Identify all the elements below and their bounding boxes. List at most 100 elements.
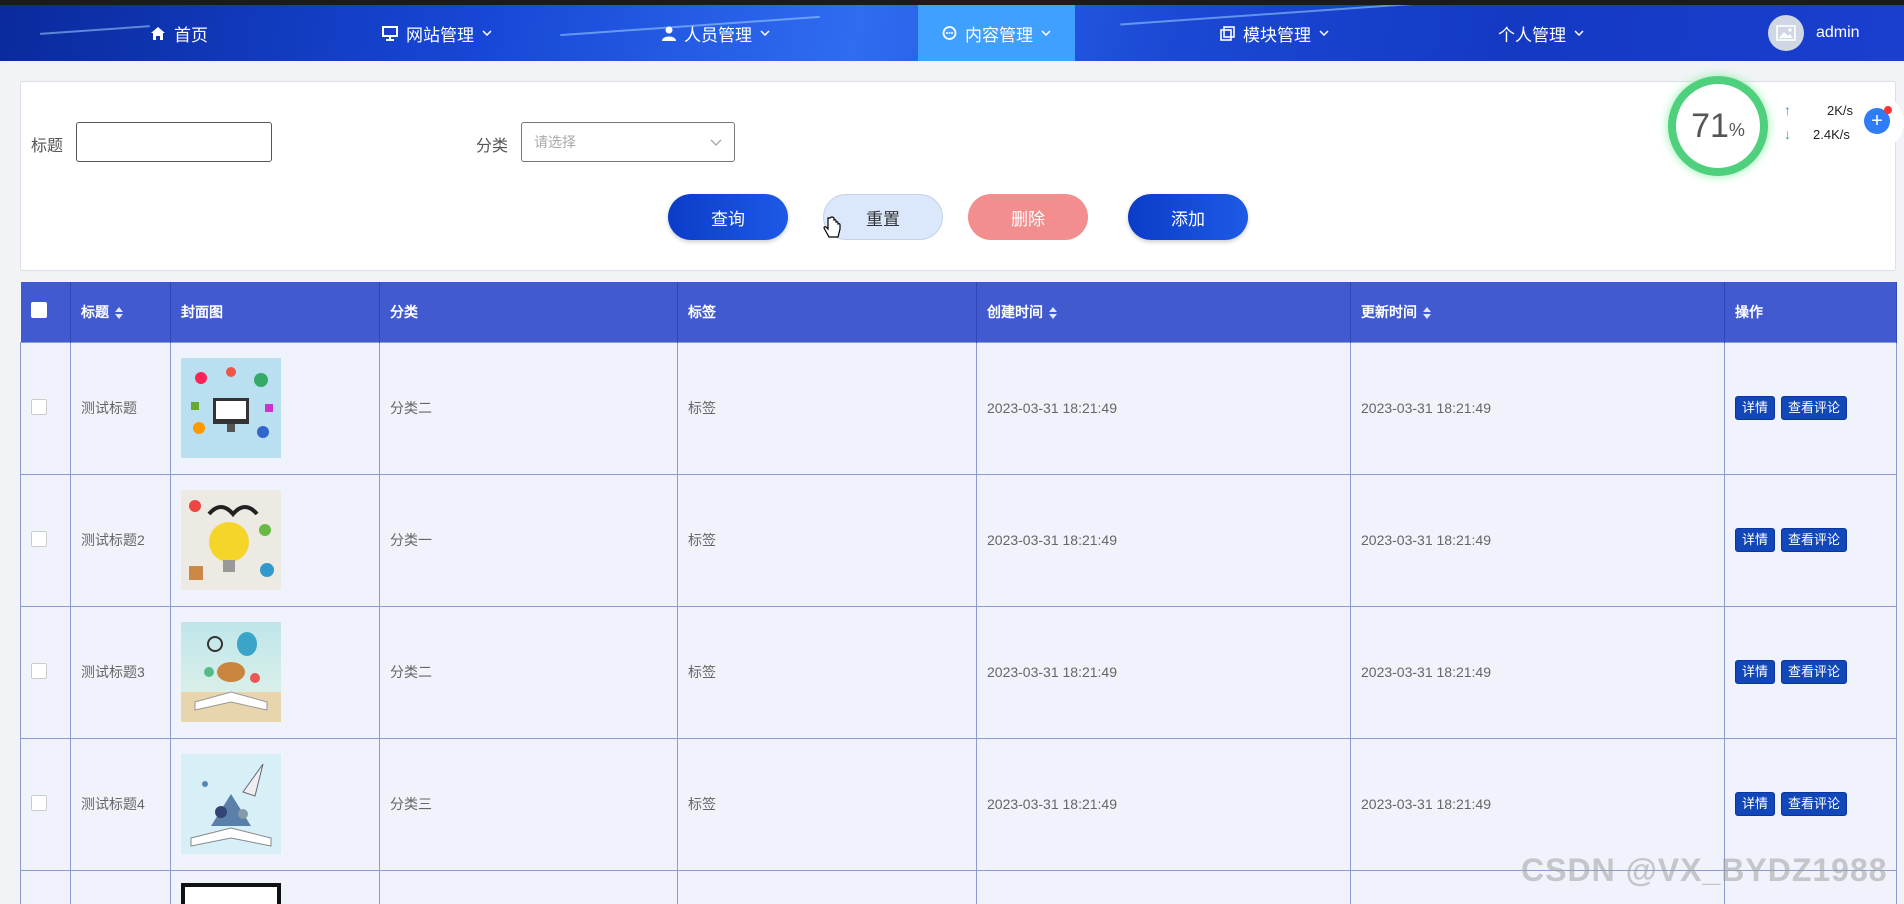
nav-content-management[interactable]: 内容管理 [918,5,1075,61]
nav-module-management[interactable]: 模块管理 [1220,5,1329,61]
table-row: 测试标题2 分类一 标签 2023-03-31 18:21:49 2023-03… [20,473,1897,607]
category-select[interactable]: 请选择 [521,122,735,162]
row-title: 测试标题3 [70,605,171,739]
header-updated[interactable]: 更新时间 [1350,282,1725,342]
title-input[interactable] [76,122,272,162]
row-category: 分类二 [379,605,678,739]
header-title[interactable]: 标题 [70,282,171,342]
nav-staff-label: 人员管理 [684,25,752,45]
add-button[interactable]: 添加 [1128,194,1248,240]
view-comments-button[interactable]: 查看评论 [1781,660,1848,684]
nav-module-label: 模块管理 [1243,25,1311,45]
view-comments-button[interactable]: 查看评论 [1781,528,1848,552]
row-updated: 2023-03-31 18:21:49 [1350,737,1725,871]
watermark: CSDN @VX_BYDZ1988 [1521,852,1888,888]
chevron-down-icon [760,30,770,36]
row-tag: 标签 [677,737,977,871]
home-icon [151,26,165,40]
view-comments-button[interactable]: 查看评论 [1781,792,1848,816]
header-category: 分类 [379,282,678,342]
top-navbar: 首页 网站管理 人员管理 内容管理 模块管理 个人管理 admin [0,5,1904,61]
chevron-down-icon [1574,30,1584,36]
row-checkbox[interactable] [31,530,47,547]
table-row: 测试标题 分类二 标签 2023-03-31 18:21:49 2023-03-… [20,341,1897,475]
sort-icon[interactable] [1049,307,1057,320]
speed-panel: ↑ 2K/s ↓ 2.4K/s + [1764,94,1904,150]
row-title: 测试标题2 [70,473,171,607]
row-category: 分类一 [379,473,678,607]
username: admin [1816,24,1860,41]
table-row: 测试标题4 分类三 标签 2023-03-31 18:21:49 2023-03… [20,737,1897,871]
select-all-checkbox[interactable] [30,302,47,319]
nav-staff-management[interactable]: 人员管理 [662,5,770,61]
header-actions: 操作 [1724,282,1897,342]
chat-icon [942,25,957,40]
header-tag: 标签 [677,282,977,342]
delete-button[interactable]: 删除 [968,194,1088,240]
upload-arrow-icon: ↑ [1784,102,1791,118]
detail-button[interactable]: 详情 [1735,396,1776,420]
memory-percent: 71 [1691,106,1729,145]
row-checkbox[interactable] [31,398,47,415]
content-table: 标题 封面图 分类 标签 创建时间 更新时间 操作 测试标题 分类二 标签 20… [20,282,1897,904]
detail-button[interactable]: 详情 [1735,792,1776,816]
hand-cursor-icon [823,216,841,238]
row-created: 2023-03-31 18:21:49 [976,341,1351,475]
row-created: 2023-03-31 18:21:49 [976,605,1351,739]
row-checkbox[interactable] [31,662,47,679]
user-menu[interactable]: admin [1768,5,1860,61]
nav-site-label: 网站管理 [406,25,474,45]
row-updated: 2023-03-31 18:21:49 [1350,341,1725,475]
cover-image [181,358,281,458]
row-created: 2023-03-31 18:21:49 [976,737,1351,871]
nav-content-label: 内容管理 [965,25,1033,45]
chevron-down-icon [710,139,722,146]
category-label: 分类 [476,138,509,155]
detail-button[interactable]: 详情 [1735,660,1776,684]
sort-icon[interactable] [115,307,123,320]
nav-site-management[interactable]: 网站管理 [382,5,492,61]
query-button[interactable]: 查询 [668,194,788,240]
nav-home-label: 首页 [174,25,208,45]
network-speed-widget[interactable]: ↑ 2K/s ↓ 2.4K/s + 71% [1668,76,1904,176]
search-panel: 标题 分类 请选择 查询 重置 删除 添加 [20,81,1896,271]
header-select-all[interactable] [20,282,71,342]
row-updated: 2023-03-31 18:21:49 [1350,605,1725,739]
row-category: 分类三 [379,737,678,871]
chevron-down-icon [1041,30,1051,36]
user-icon [662,26,676,41]
title-label: 标题 [31,138,64,155]
category-placeholder: 请选择 [534,134,576,150]
header-created[interactable]: 创建时间 [976,282,1351,342]
download-arrow-icon: ↓ [1784,126,1791,142]
copy-icon [1220,25,1235,41]
row-checkbox[interactable] [31,794,47,811]
nav-home[interactable]: 首页 [150,5,208,61]
chevron-down-icon [482,30,492,36]
row-tag: 标签 [677,605,977,739]
row-tag: 标签 [677,341,977,475]
table-header: 标题 封面图 分类 标签 创建时间 更新时间 操作 [20,282,1897,342]
row-updated: 2023-03-31 18:21:49 [1350,473,1725,607]
upload-speed: 2K/s [1827,102,1854,118]
view-comments-button[interactable]: 查看评论 [1781,396,1848,420]
cover-image [181,882,281,904]
cover-image [181,754,281,854]
sort-icon[interactable] [1423,307,1431,320]
cover-image [181,622,281,722]
row-title: 测试标题4 [70,737,171,871]
row-tag: 标签 [677,473,977,607]
download-speed: 2.4K/s [1813,126,1850,142]
nav-personal-label: 个人管理 [1498,25,1566,45]
detail-button[interactable]: 详情 [1735,528,1776,552]
monitor-icon [382,25,398,41]
image-placeholder-icon [1776,25,1796,41]
memory-usage-ring: 71% [1668,76,1768,176]
row-created: 2023-03-31 18:21:49 [976,473,1351,607]
chevron-down-icon [1319,30,1329,36]
memory-percent-unit: % [1728,119,1745,140]
table-row: 测试标题3 分类二 标签 2023-03-31 18:21:49 2023-03… [20,605,1897,739]
nav-personal-management[interactable]: 个人管理 [1498,5,1584,61]
row-category: 分类二 [379,341,678,475]
avatar [1768,15,1804,51]
